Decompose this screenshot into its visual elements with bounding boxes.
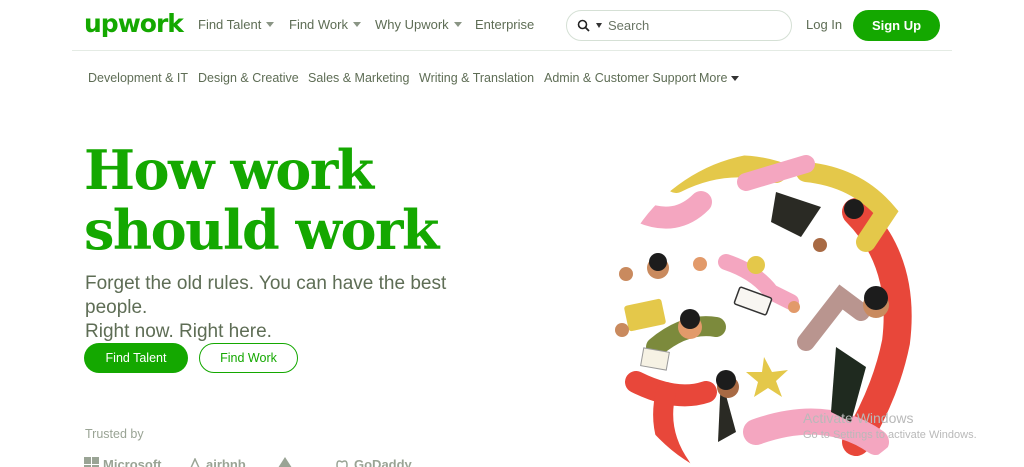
header-divider <box>72 50 952 51</box>
trusted-brands: Microsoft airbnb GoDaddy <box>84 452 444 467</box>
category-writing-translation[interactable]: Writing & Translation <box>419 71 534 85</box>
godaddy-logo-text: GoDaddy <box>354 457 412 467</box>
category-development-it[interactable]: Development & IT <box>88 71 188 85</box>
godaddy-logo: GoDaddy <box>334 457 412 467</box>
category-more-label: More <box>699 71 728 85</box>
activate-windows-watermark: Activate Windows Go to Settings to activ… <box>803 410 977 441</box>
nav-find-work-label: Find Work <box>289 17 348 32</box>
login-link[interactable]: Log In <box>806 17 842 32</box>
airbnb-logo: airbnb <box>188 457 246 467</box>
hero-subtitle-line-2: Right now. Right here. <box>85 321 272 342</box>
nav-why-upwork[interactable]: Why Upwork <box>375 17 462 32</box>
category-more[interactable]: More <box>699 71 740 85</box>
nav-find-work[interactable]: Find Work <box>289 17 361 32</box>
nav-find-talent-label: Find Talent <box>198 17 262 32</box>
hero-title: How work should work <box>84 140 504 260</box>
nav-why-upwork-label: Why Upwork <box>375 17 449 32</box>
hero-title-line-1: How work <box>84 138 374 202</box>
godaddy-icon <box>336 459 348 467</box>
category-design-creative[interactable]: Design & Creative <box>198 71 299 85</box>
top-navigation: upwork Find Talent Find Work Why Upwork … <box>0 0 1024 50</box>
chevron-down-icon <box>731 76 740 82</box>
find-talent-button[interactable]: Find Talent <box>84 343 188 373</box>
watermark-line-2: Go to Settings to activate Windows. <box>803 429 977 441</box>
hero-title-line-2: should work <box>84 198 439 262</box>
category-sales-marketing[interactable]: Sales & Marketing <box>308 71 409 85</box>
search-icon[interactable] <box>577 19 590 32</box>
upwork-logo[interactable]: upwork <box>84 9 184 38</box>
trusted-by-label: Trusted by <box>85 427 144 441</box>
signup-button[interactable]: Sign Up <box>853 10 940 41</box>
chevron-down-icon <box>266 22 275 27</box>
chevron-down-icon <box>453 22 462 27</box>
chevron-down-icon <box>353 22 361 27</box>
nav-enterprise-label: Enterprise <box>475 17 535 32</box>
search-input[interactable] <box>608 18 778 33</box>
category-bar: Development & IT Design & Creative Sales… <box>0 60 1024 96</box>
hero-subtitle-line-1: Forget the old rules. You can have the b… <box>85 273 447 318</box>
search-bar[interactable] <box>566 10 792 41</box>
microsoft-logo-text: Microsoft <box>103 457 162 467</box>
microsoft-grid-icon <box>84 457 99 467</box>
third-brand-logo <box>270 457 300 467</box>
search-type-dropdown-icon[interactable] <box>596 23 602 28</box>
watermark-line-1: Activate Windows <box>803 410 914 426</box>
category-admin-support[interactable]: Admin & Customer Support <box>544 71 696 85</box>
airbnb-icon <box>190 457 200 467</box>
airbnb-logo-text: airbnb <box>206 457 246 467</box>
microsoft-logo: Microsoft <box>84 457 162 467</box>
hero-subtitle: Forget the old rules. You can have the b… <box>85 272 505 344</box>
nav-find-talent[interactable]: Find Talent <box>198 17 275 32</box>
find-work-button[interactable]: Find Work <box>199 343 298 373</box>
brand-triangle-icon <box>278 457 292 467</box>
nav-enterprise[interactable]: Enterprise <box>475 17 534 32</box>
